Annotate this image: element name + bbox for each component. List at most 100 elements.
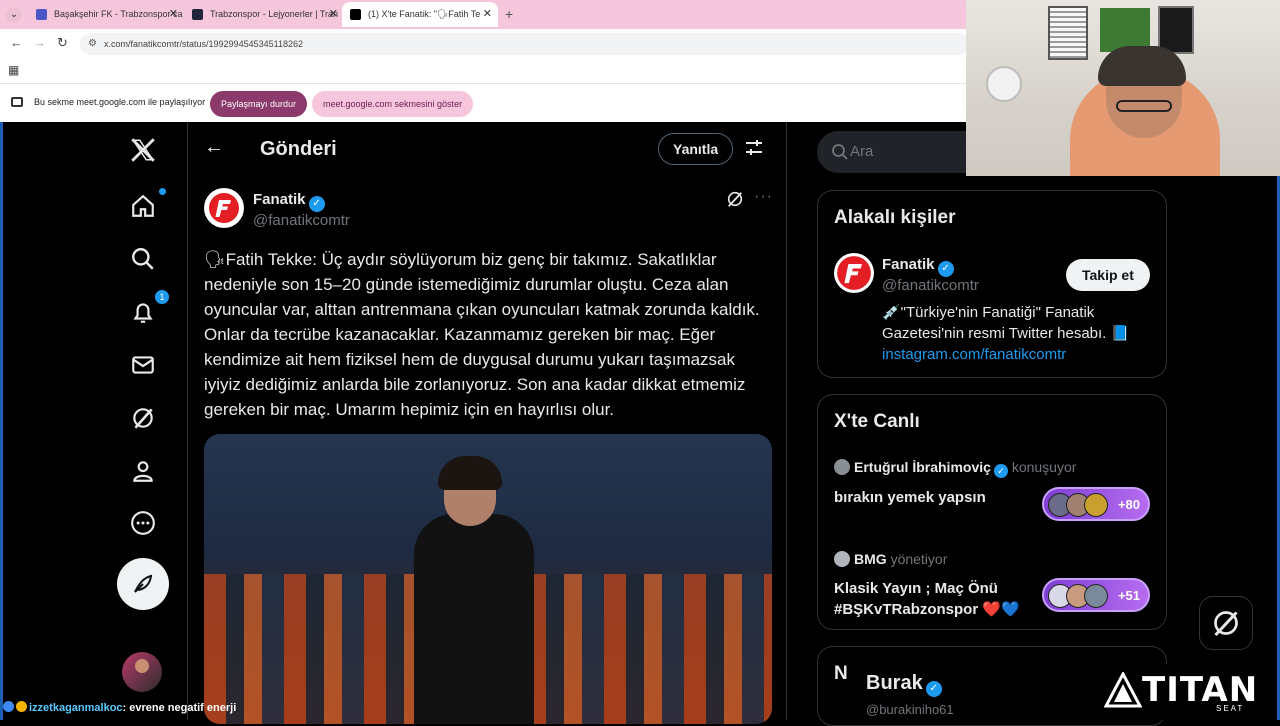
listener-count: +51 <box>1117 588 1140 603</box>
post-column: ← Gönderi Yanıtla Fanatik ✓ @fanatikcomtr… <box>187 122 787 724</box>
notifications-badge: 1 <box>155 290 169 304</box>
tab-favicon-icon <box>192 9 203 20</box>
close-icon[interactable]: ✕ <box>329 2 338 27</box>
apps-grid-icon[interactable]: ▦ <box>8 63 19 77</box>
url-field[interactable]: ⚙ x.com/fanatikcomtr/status/199299454534… <box>80 33 970 55</box>
back-arrow-icon[interactable]: ← <box>204 136 224 159</box>
reload-icon[interactable]: ↻ <box>57 35 68 51</box>
browser-tab-2[interactable]: Trabzonspor - Lejyonerler | Tran ✕ <box>184 2 344 27</box>
relevant-people-title: Alakalı kişiler <box>834 207 956 228</box>
author-handle[interactable]: @fanatikcomtr <box>253 212 350 229</box>
messages-icon[interactable] <box>125 347 161 383</box>
x-live-card: X'te Canlı Ertuğrul İbrahimoviç ✓ konuşuy… <box>817 394 1167 630</box>
webcam-overlay <box>966 0 1280 176</box>
grok-icon[interactable] <box>726 190 744 208</box>
new-content-dot <box>159 188 166 195</box>
relevant-handle[interactable]: @fanatikcomtr <box>882 277 979 294</box>
site-info-icon[interactable]: ⚙ <box>88 33 97 55</box>
popup-handle[interactable]: @burakiniho61 <box>866 702 954 717</box>
live-host-1[interactable]: Ertuğrul İbrahimoviç ✓ konuşuyor <box>834 459 1076 478</box>
x-live-title: X'te Canlı <box>834 411 920 432</box>
back-arrow-icon[interactable]: ← <box>10 35 23 50</box>
chat-username: izzetkaganmalkoc <box>29 702 123 714</box>
live-host-2[interactable]: BMG yönetiyor <box>834 551 947 567</box>
verified-badge-icon: ✓ <box>925 681 942 697</box>
x-page: 1 ← Gönderi Yanıtla Fanatik ✓ @fanatikcom… <box>0 122 1280 726</box>
author-name[interactable]: Fanatik ✓ <box>253 191 325 212</box>
coach-figure <box>414 514 534 724</box>
titan-seat-logo: TITAN SEAT <box>1104 668 1257 714</box>
relevant-name-text: Fanatik <box>882 256 935 273</box>
tab-title: (1) X'te Fanatik: "🗣Fatih Te <box>368 9 481 19</box>
verified-badge-icon: ✓ <box>993 464 1008 478</box>
live-title-2[interactable]: Klasik Yayın ; Maç Önü #BŞKvTRabzonspor … <box>834 578 1034 620</box>
tab-search-button[interactable]: ⌄ <box>6 7 22 23</box>
tab-favicon-icon <box>36 9 47 20</box>
relevant-bio-text: 💉"Türkiye'nin Fanatiği" Fanatik Gazetesi… <box>882 304 1130 342</box>
stream-chat-line: izzetkaganmalkoc: evrene negatif enerji <box>3 701 236 717</box>
fanatik-logo-icon <box>837 256 871 290</box>
close-icon[interactable]: ✕ <box>169 2 178 27</box>
webcam-person-hair <box>1098 46 1186 86</box>
url-text: x.com/fanatikcomtr/status/19929945453451… <box>104 39 303 49</box>
x-logo-icon[interactable] <box>125 132 161 168</box>
account-avatar[interactable] <box>122 652 162 692</box>
webcam-window-blinds <box>1048 6 1088 60</box>
webcam-person-glasses <box>1116 100 1172 112</box>
listener-avatar <box>1084 584 1108 608</box>
profile-icon[interactable] <box>125 453 161 489</box>
browser-tab-1[interactable]: Başakşehir FK - Trabzonspor ca ✕ <box>28 2 184 27</box>
popup-name-text: Burak <box>866 672 923 694</box>
webcam-fan <box>986 66 1022 102</box>
coach-hair <box>438 456 502 490</box>
browser-tab-3-active[interactable]: (1) X'te Fanatik: "🗣Fatih Te ✕ <box>342 2 498 27</box>
search-placeholder: Ara <box>850 143 874 160</box>
more-options-icon[interactable]: ··· <box>754 188 773 206</box>
feather-icon <box>134 574 153 593</box>
tab-title: Trabzonspor - Lejyonerler | Tran <box>210 9 339 19</box>
popup-name[interactable]: Burak ✓ <box>866 672 942 697</box>
post-text: 🗣Fatih Tekke: Üç aydır söylüyorum biz ge… <box>204 250 760 419</box>
notifications-icon[interactable]: 1 <box>125 290 169 330</box>
live-listeners-2[interactable]: +51 <box>1042 578 1150 612</box>
host-name: Ertuğrul İbrahimoviç <box>854 459 991 475</box>
share-status-text: Bu sekme meet.google.com ile paylaşılıyo… <box>34 97 206 107</box>
new-tab-button[interactable]: + <box>505 6 513 22</box>
chat-message: : evrene negatif enerji <box>122 702 237 714</box>
tab-title: Başakşehir FK - Trabzonspor ca <box>54 9 183 19</box>
grok-float-button[interactable] <box>1199 596 1253 650</box>
host-avatar <box>834 551 850 567</box>
stop-sharing-button[interactable]: Paylaşmayı durdur <box>210 91 308 117</box>
search-icon[interactable] <box>125 241 161 277</box>
host-name: BMG <box>854 551 887 567</box>
host-role: yönetiyor <box>890 551 948 567</box>
host-role: konuşuyor <box>1011 459 1077 475</box>
author-avatar[interactable] <box>204 188 244 228</box>
more-options-icon[interactable] <box>125 505 161 541</box>
forward-arrow-icon[interactable]: → <box>33 35 46 50</box>
live-title-1[interactable]: bırakın yemek yapsın <box>834 487 1034 508</box>
verified-badge-icon: ✓ <box>937 261 954 277</box>
left-navigation: 1 <box>113 122 185 720</box>
fanatik-logo-icon <box>209 193 239 223</box>
sliders-icon[interactable] <box>744 138 764 158</box>
show-meet-tab-button[interactable]: meet.google.com sekmesini göster <box>312 91 474 117</box>
x-favicon-icon <box>350 9 361 20</box>
chat-badge-icon <box>3 701 14 712</box>
brand-subtext: SEAT <box>1216 704 1245 713</box>
search-icon <box>832 144 848 160</box>
post-media-photo[interactable] <box>204 434 772 724</box>
host-avatar <box>834 459 850 475</box>
verified-badge-icon: ✓ <box>308 196 325 212</box>
relevant-name[interactable]: Fanatik ✓ <box>882 256 954 277</box>
titan-emblem-icon <box>1104 672 1142 708</box>
grok-icon[interactable] <box>125 400 161 436</box>
relevant-link[interactable]: instagram.com/fanatikcomtr <box>882 346 1066 363</box>
live-listeners-1[interactable]: +80 <box>1042 487 1150 521</box>
close-icon[interactable]: ✕ <box>483 2 492 27</box>
compose-post-button[interactable] <box>117 558 169 610</box>
reply-button[interactable]: Yanıtla <box>658 133 734 165</box>
home-icon[interactable] <box>125 188 166 224</box>
relevant-avatar[interactable] <box>834 253 874 293</box>
follow-button[interactable]: Takip et <box>1066 259 1150 291</box>
